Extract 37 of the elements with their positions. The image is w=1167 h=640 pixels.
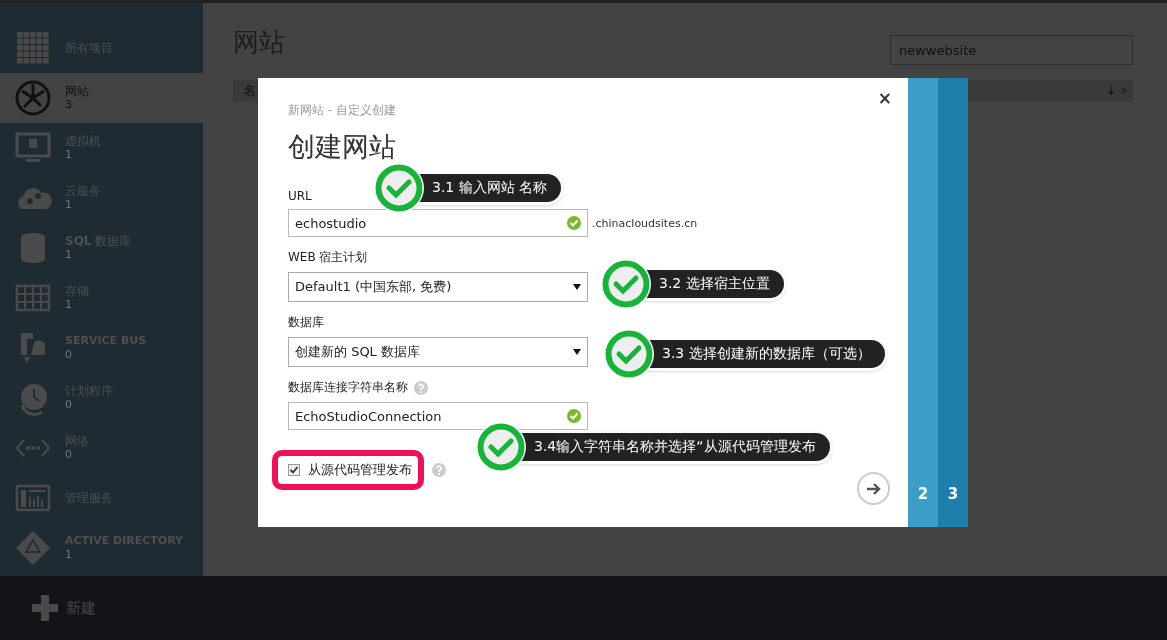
search-icon — [1121, 88, 1127, 94]
arrow-right-icon — [865, 481, 882, 496]
dialog-title: 创建网站 — [288, 130, 397, 164]
domain-suffix: .chinacloudsites.cn — [592, 216, 698, 230]
dropdown[interactable]: Default1 (中国东部, 免费) — [288, 272, 588, 302]
checkbox-label: 从源代码管理发布 — [308, 461, 412, 479]
item-count: 1 — [65, 298, 73, 312]
plus-icon — [32, 595, 58, 621]
input-field[interactable]: echostudio — [288, 209, 588, 237]
caret-icon — [573, 349, 581, 355]
step-tab[interactable]: 2 — [908, 78, 938, 527]
field-label: 数据库连接字符串名称 — [288, 379, 408, 396]
item-count: 0 — [65, 398, 73, 412]
caret-icon — [573, 284, 581, 290]
item-count: 0 — [65, 348, 73, 362]
step-tab[interactable]: 3 — [938, 78, 968, 527]
diamond-icon — [14, 529, 52, 567]
arrow-down-icon — [1107, 86, 1116, 96]
item-count: 0 — [65, 448, 73, 462]
item-count: 1 — [65, 548, 73, 562]
check-icon — [599, 257, 653, 311]
grid-icon — [14, 29, 52, 67]
item-count: 1 — [65, 198, 73, 212]
check-icon — [474, 420, 528, 474]
item-count: 1 — [65, 248, 73, 262]
dropdown[interactable]: 创建新的 SQL 数据库 — [288, 337, 588, 367]
close-button[interactable]: × — [873, 88, 896, 108]
check-icon — [372, 161, 426, 215]
checkbox[interactable] — [288, 464, 300, 476]
field-label: URL — [288, 189, 312, 203]
field-label: WEB 宿主计划 — [288, 249, 368, 266]
next-button[interactable] — [857, 472, 890, 505]
field-label: 数据库 — [288, 314, 324, 331]
input-field[interactable]: EchoStudioConnection — [288, 402, 588, 430]
item-count: 1 — [65, 148, 73, 162]
check-icon — [602, 327, 656, 381]
breadcrumb: 新网站 - 自定义创建 — [288, 102, 397, 119]
